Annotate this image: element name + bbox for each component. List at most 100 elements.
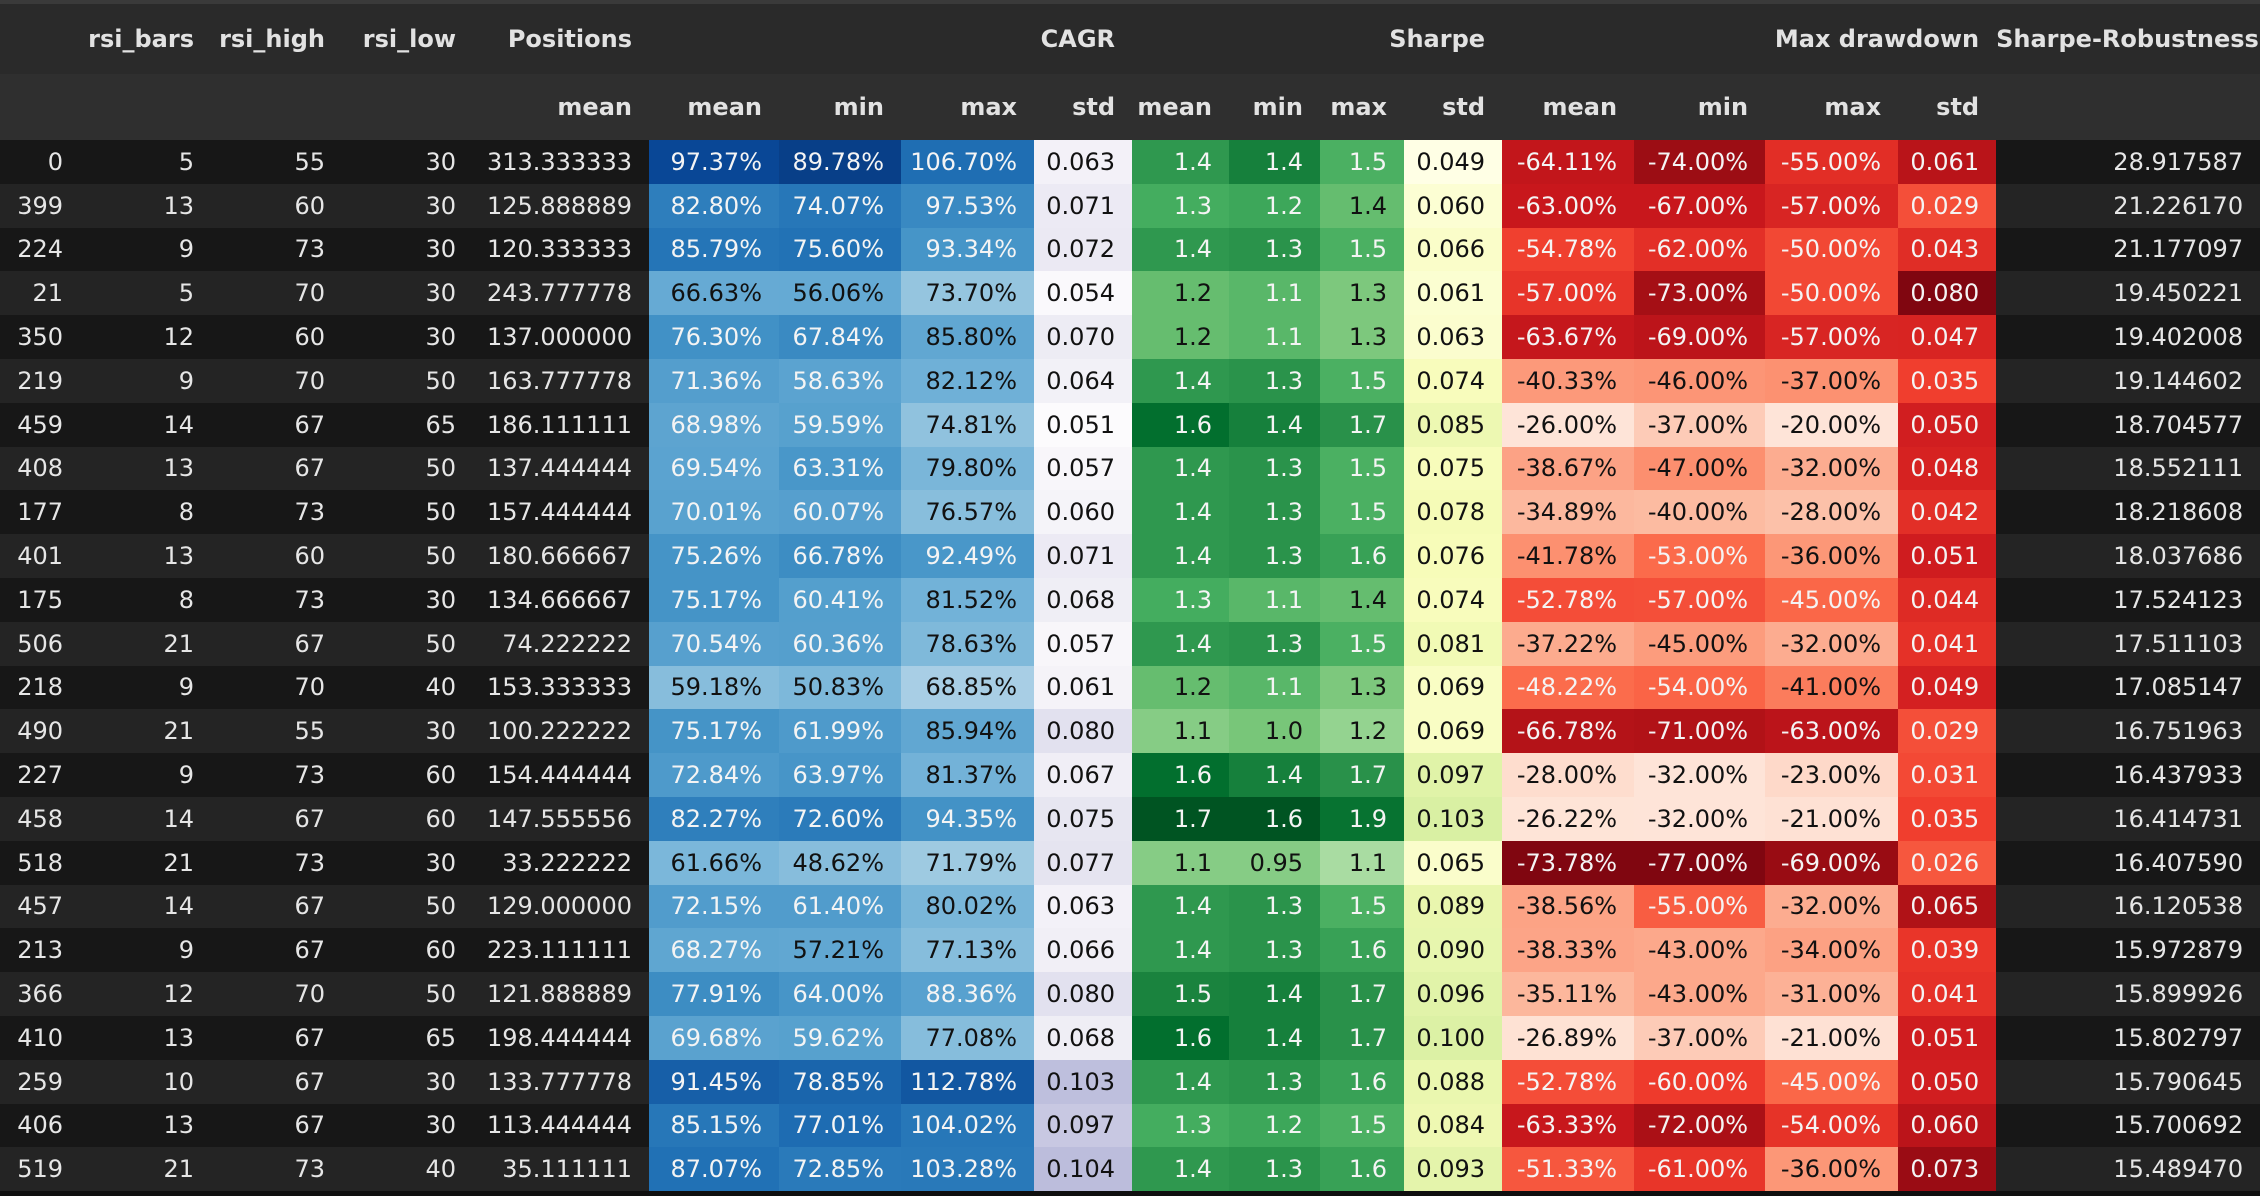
cagr-group-header[interactable]: CAGR xyxy=(649,2,1132,74)
blank-subheader xyxy=(1996,74,2260,140)
sharpe-max-cell: 1.5 xyxy=(1320,140,1404,184)
sharpe-mean-cell: 1.4 xyxy=(1132,1147,1229,1192)
table-row[interactable]: 408 13 67 50 137.444444 69.54% 63.31% 79.80% 0.0… xyxy=(0,446,2260,491)
drawdown-mean-cell: -63.00% xyxy=(1502,183,1635,228)
table-row[interactable]: 401 13 60 50 180.666667 75.26% 66.78% 92.49% 0.0… xyxy=(0,534,2260,578)
sharpe-std-cell: 0.089 xyxy=(1404,884,1503,929)
sharpe-mean-cell: 1.3 xyxy=(1132,1103,1229,1148)
sharpe-max-cell: 1.1 xyxy=(1320,840,1404,885)
sharpe-group-header[interactable]: Sharpe xyxy=(1132,2,1503,74)
rsi-high-cell: 55 xyxy=(211,140,342,184)
cagr-mean-cell: 75.17% xyxy=(649,709,779,754)
sharpe-min-cell: 0.95 xyxy=(1229,840,1320,885)
positions-mean-cell: 33.222222 xyxy=(473,840,649,885)
table-row[interactable]: 506 21 67 50 74.222222 70.54% 60.36% 78.63% 0.05… xyxy=(0,621,2260,666)
table-row[interactable]: 259 10 67 30 133.777778 91.45% 78.85% 112.78% 0.… xyxy=(0,1059,2260,1104)
table-row[interactable]: 177 8 73 50 157.444444 70.01% 60.07% 76.57% 0.06… xyxy=(0,490,2260,535)
drawdown-min-subheader[interactable]: min xyxy=(1634,74,1766,140)
rsi-low-cell: 40 xyxy=(342,1147,473,1192)
table-row[interactable]: 218 9 70 40 153.333333 59.18% 50.83% 68.85% 0.06… xyxy=(0,665,2260,710)
sharpe-std-cell: 0.061 xyxy=(1404,271,1503,316)
blank-subheader xyxy=(342,74,473,140)
rsi-high-cell: 73 xyxy=(211,840,342,885)
rsi-high-cell: 67 xyxy=(211,796,342,841)
rsi-low-cell: 30 xyxy=(342,1103,473,1148)
rsi-bars-cell: 9 xyxy=(80,753,211,797)
drawdown-max-subheader[interactable]: max xyxy=(1765,74,1899,140)
sharpe-mean-cell: 1.4 xyxy=(1132,358,1229,403)
rsi-high-cell: 67 xyxy=(211,621,342,666)
sharpe-robustness-cell: 19.450221 xyxy=(1996,271,2260,316)
index-header[interactable] xyxy=(0,2,80,74)
sharpe-mean-cell: 1.1 xyxy=(1132,840,1229,885)
cagr-std-cell: 0.068 xyxy=(1034,577,1132,622)
table-row[interactable]: 350 12 60 30 137.000000 76.30% 67.84% 85.80% 0.0… xyxy=(0,315,2260,359)
rsi-low-cell: 60 xyxy=(342,753,473,797)
table-row[interactable]: 457 14 67 50 129.000000 72.15% 61.40% 80.02% 0.0… xyxy=(0,884,2260,929)
drawdown-mean-cell: -38.56% xyxy=(1502,884,1635,929)
table-row[interactable]: 219 9 70 50 163.777778 71.36% 58.63% 82.12% 0.06… xyxy=(0,358,2260,403)
sharpe-min-cell: 1.3 xyxy=(1229,928,1320,973)
row-index: 406 xyxy=(0,1103,80,1148)
row-index: 227 xyxy=(0,753,80,797)
row-index: 350 xyxy=(0,315,80,359)
table-row[interactable]: 410 13 67 65 198.444444 69.68% 59.62% 77.08% 0.0… xyxy=(0,1015,2260,1060)
cagr-std-cell: 0.071 xyxy=(1034,534,1132,578)
rsi-low-header[interactable]: rsi_low xyxy=(342,2,473,74)
sharpe-std-cell: 0.084 xyxy=(1404,1103,1503,1148)
cagr-mean-subheader[interactable]: mean xyxy=(649,74,779,140)
drawdown-min-cell: -74.00% xyxy=(1634,140,1766,184)
table-row[interactable]: 518 21 73 30 33.222222 61.66% 48.62% 71.79% 0.07… xyxy=(0,840,2260,885)
rsi-bars-cell: 13 xyxy=(80,1015,211,1060)
sharpe-robustness-header[interactable]: Sharpe-Robustness xyxy=(1996,2,2260,74)
sharpe-mean-cell: 1.3 xyxy=(1132,577,1229,622)
rsi-low-cell: 65 xyxy=(342,402,473,447)
rsi-bars-header[interactable]: rsi_bars xyxy=(80,2,211,74)
table-row[interactable]: 490 21 55 30 100.222222 75.17% 61.99% 85.94% 0.0… xyxy=(0,709,2260,754)
rsi-low-cell: 30 xyxy=(342,271,473,316)
sharpe-min-subheader[interactable]: min xyxy=(1229,74,1320,140)
table-row[interactable]: 458 14 67 60 147.555556 82.27% 72.60% 94.35% 0.0… xyxy=(0,796,2260,841)
table-row[interactable]: 21 5 70 30 243.777778 66.63% 56.06% 73.70% 0.054… xyxy=(0,271,2260,316)
drawdown-mean-cell: -54.78% xyxy=(1502,227,1635,272)
table-row[interactable]: 406 13 67 30 113.444444 85.15% 77.01% 104.02% 0.… xyxy=(0,1103,2260,1148)
rsi-high-cell: 67 xyxy=(211,402,342,447)
table-row[interactable]: 175 8 73 30 134.666667 75.17% 60.41% 81.52% 0.06… xyxy=(0,577,2260,622)
sharpe-max-cell: 1.2 xyxy=(1320,709,1404,754)
cagr-std-subheader[interactable]: std xyxy=(1034,74,1132,140)
table-row[interactable]: 366 12 70 50 121.888889 77.91% 64.00% 88.36% 0.0… xyxy=(0,972,2260,1016)
drawdown-max-cell: -57.00% xyxy=(1765,315,1899,359)
cagr-mean-cell: 77.91% xyxy=(649,972,779,1016)
sharpe-max-subheader[interactable]: max xyxy=(1320,74,1404,140)
positions-mean-cell: 35.111111 xyxy=(473,1147,649,1192)
cagr-std-cell: 0.103 xyxy=(1034,1059,1132,1104)
table-row[interactable]: 213 9 67 60 223.111111 68.27% 57.21% 77.13% 0.06… xyxy=(0,928,2260,973)
table-row[interactable]: 459 14 67 65 186.111111 68.98% 59.59% 74.81% 0.0… xyxy=(0,402,2260,447)
sharpe-std-cell: 0.096 xyxy=(1404,972,1503,1016)
cagr-max-subheader[interactable]: max xyxy=(901,74,1034,140)
rsi-high-header[interactable]: rsi_high xyxy=(211,2,342,74)
drawdown-std-subheader[interactable]: std xyxy=(1898,74,1997,140)
sharpe-mean-subheader[interactable]: mean xyxy=(1132,74,1229,140)
cagr-min-cell: 77.01% xyxy=(779,1103,901,1148)
drawdown-std-cell: 0.051 xyxy=(1898,534,1997,578)
cagr-min-cell: 59.59% xyxy=(779,402,901,447)
max-drawdown-group-header[interactable]: Max drawdown xyxy=(1502,2,1997,74)
drawdown-mean-cell: -51.33% xyxy=(1502,1147,1635,1192)
sharpe-robustness-cell: 18.704577 xyxy=(1996,402,2260,447)
sharpe-min-cell: 1.4 xyxy=(1229,1015,1320,1060)
table-row[interactable]: 0 5 55 30 313.333333 97.37% 89.78% 106.70% 0.063… xyxy=(0,140,2260,184)
table-row[interactable]: 224 9 73 30 120.333333 85.79% 75.60% 93.34% 0.07… xyxy=(0,227,2260,272)
sharpe-std-subheader[interactable]: std xyxy=(1404,74,1503,140)
drawdown-max-cell: -36.00% xyxy=(1765,534,1899,578)
positions-mean-subheader[interactable]: mean xyxy=(473,74,649,140)
drawdown-max-cell: -20.00% xyxy=(1765,402,1899,447)
table-row[interactable]: 519 21 73 40 35.111111 87.07% 72.85% 103.28% 0.1… xyxy=(0,1147,2260,1192)
positions-header[interactable]: Positions xyxy=(473,2,649,74)
drawdown-mean-subheader[interactable]: mean xyxy=(1502,74,1635,140)
table-row[interactable]: 399 13 60 30 125.888889 82.80% 74.07% 97.53% 0.0… xyxy=(0,183,2260,228)
sharpe-robustness-cell: 18.552111 xyxy=(1996,446,2260,491)
drawdown-std-cell: 0.035 xyxy=(1898,358,1997,403)
table-row[interactable]: 227 9 73 60 154.444444 72.84% 63.97% 81.37% 0.06… xyxy=(0,753,2260,797)
cagr-min-subheader[interactable]: min xyxy=(779,74,901,140)
